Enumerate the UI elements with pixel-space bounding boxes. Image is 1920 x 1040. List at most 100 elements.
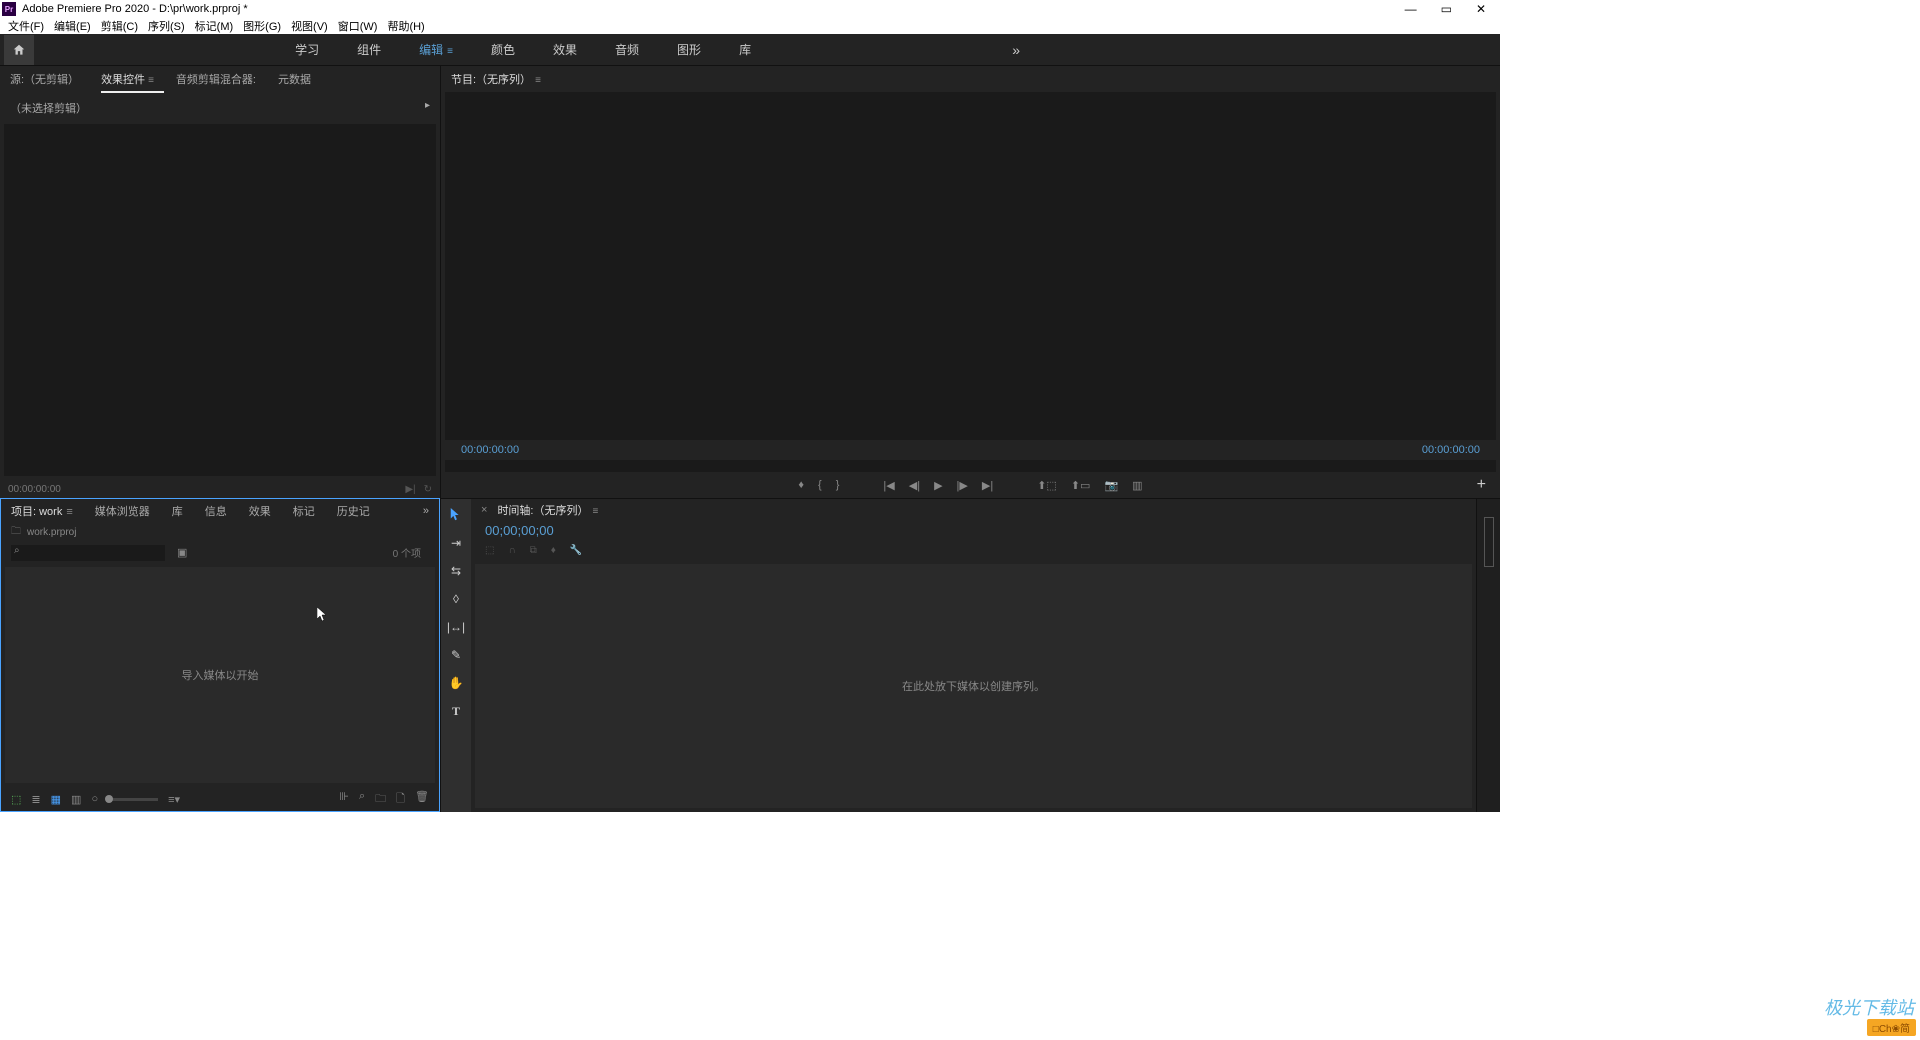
effect-controls-body [4, 124, 436, 476]
timeline-timecode[interactable]: 00;00;00;00 [471, 521, 1476, 540]
right-column: 节目:（无序列）≡ 00:00:00:00 00:00:00:00 ♦ { } … [441, 66, 1500, 812]
export-frame-icon[interactable]: 📷 [1104, 479, 1118, 492]
snap-icon[interactable]: ∩ [508, 545, 515, 556]
new-search-bin-icon[interactable]: ▣ [177, 546, 187, 559]
lift-icon[interactable]: ⬆⬚ [1037, 479, 1057, 492]
tab-libraries[interactable]: 库 [172, 503, 183, 519]
timeline-body[interactable]: 在此处放下媒体以创建序列。 [475, 564, 1472, 808]
menu-file[interactable]: 文件(F) [8, 18, 44, 34]
list-view-icon[interactable]: ≣ [31, 793, 40, 806]
timeline-option-row: ⬚ ∩ ⧉ ♦ 🔧 [471, 540, 1476, 560]
tab-audio-clip-mixer[interactable]: 音频剪辑混合器: [176, 71, 256, 87]
extract-icon[interactable]: ⬆▭ [1071, 479, 1091, 492]
workspace-audio[interactable]: 音频 [613, 37, 641, 62]
workspace-effects[interactable]: 效果 [551, 37, 579, 62]
home-button[interactable] [4, 35, 34, 65]
tab-history[interactable]: 历史记 [337, 503, 370, 519]
workspace-editing[interactable]: 编辑 [417, 37, 455, 62]
tab-markers[interactable]: 标记 [293, 503, 315, 519]
menu-graphics[interactable]: 图形(G) [243, 18, 281, 34]
audio-meter[interactable] [1484, 517, 1494, 567]
close-button[interactable]: ✕ [1476, 2, 1486, 16]
step-forward-icon[interactable]: |▶ [957, 479, 968, 492]
button-editor-icon[interactable]: + [1477, 476, 1486, 494]
project-body[interactable]: 导入媒体以开始 [5, 567, 435, 783]
loop-icon[interactable]: ↻ [424, 484, 432, 495]
menu-help[interactable]: 帮助(H) [387, 18, 424, 34]
new-item-icon[interactable]: 🗋 [396, 790, 405, 809]
source-panel: 源:（无剪辑） 效果控件≡ 音频剪辑混合器: 元数据 （未选择剪辑） ▸ 00:… [0, 66, 440, 498]
mark-in-icon[interactable]: { [818, 479, 822, 491]
comparison-view-icon[interactable]: ▥ [1132, 479, 1142, 492]
slip-tool[interactable]: |↔| [445, 617, 467, 637]
workspace-libraries[interactable]: 库 [737, 37, 753, 62]
add-marker-timeline-icon[interactable]: ♦ [551, 545, 556, 556]
menu-clip[interactable]: 剪辑(C) [101, 18, 138, 34]
bin-icon: 🗀 [11, 524, 21, 541]
new-bin-icon[interactable]: 🗀 [375, 790, 386, 809]
tab-media-browser[interactable]: 媒体浏览器 [95, 503, 150, 519]
tab-metadata[interactable]: 元数据 [278, 71, 311, 87]
timeline-tab-close[interactable]: × [481, 504, 487, 516]
play-icon[interactable]: ▶ [934, 479, 942, 492]
timeline-settings-icon[interactable]: 🔧 [570, 545, 582, 556]
razor-tool[interactable]: ◊ [445, 589, 467, 609]
go-to-out-icon[interactable]: ▶| [982, 479, 993, 492]
tab-effects[interactable]: 效果 [249, 503, 271, 519]
program-panel-tabs: 节目:（无序列）≡ [441, 66, 1500, 92]
project-search-input[interactable] [11, 545, 165, 561]
project-item-count: 0 个项 [393, 545, 421, 560]
menu-sequence[interactable]: 序列(S) [148, 18, 185, 34]
step-back-icon[interactable]: ◀| [909, 479, 920, 492]
play-only-icon[interactable]: ▶| [405, 484, 415, 495]
hand-tool[interactable]: ✋ [445, 673, 467, 693]
program-scrub-bar[interactable] [445, 460, 1496, 472]
freeform-view-icon[interactable]: ▥ [71, 793, 81, 806]
program-view [445, 92, 1496, 440]
insert-overwrite-icon[interactable]: ⬚ [485, 545, 494, 556]
chevron-right-icon[interactable]: ▸ [425, 100, 430, 116]
menu-view[interactable]: 视图(V) [291, 18, 328, 34]
pen-tool[interactable]: ✎ [445, 645, 467, 665]
tab-timeline[interactable]: 时间轴:（无序列）≡ [497, 502, 598, 518]
track-select-tool[interactable]: ⇥ [445, 533, 467, 553]
zoom-slider-knob[interactable]: ○ [91, 793, 98, 805]
type-tool[interactable]: T [445, 701, 467, 721]
project-tabs-overflow[interactable]: » [423, 505, 429, 517]
workspace-overflow[interactable]: » [1012, 42, 1020, 58]
automate-to-sequence-icon[interactable]: ⊪ [339, 790, 349, 809]
workspace-assembly[interactable]: 组件 [355, 37, 383, 62]
go-to-in-icon[interactable]: |◀ [883, 479, 894, 492]
sort-icon[interactable]: ≡▾ [168, 793, 180, 806]
ime-badge[interactable]: □Ch❀简 [1867, 1019, 1916, 1036]
selection-tool[interactable] [445, 505, 467, 525]
tab-program[interactable]: 节目:（无序列）≡ [451, 71, 541, 87]
linked-selection-icon[interactable]: ⧉ [530, 545, 537, 556]
program-timecode-right: 00:00:00:00 [1422, 444, 1480, 456]
project-writable-icon[interactable]: ⬚ [11, 793, 21, 806]
menu-markers[interactable]: 标记(M) [195, 18, 234, 34]
program-timecode-left[interactable]: 00:00:00:00 [461, 444, 519, 456]
add-marker-icon[interactable]: ♦ [798, 479, 804, 491]
workspace-color[interactable]: 颜色 [489, 37, 517, 62]
workspace-learn[interactable]: 学习 [293, 37, 321, 62]
menu-window[interactable]: 窗口(W) [338, 18, 378, 34]
tab-project[interactable]: 项目: work≡ [11, 503, 73, 519]
tab-effect-controls[interactable]: 效果控件≡ [101, 71, 154, 87]
title-bar: Pr Adobe Premiere Pro 2020 - D:\pr\work.… [0, 0, 1500, 18]
find-icon[interactable]: ⌕ [359, 790, 365, 809]
mark-out-icon[interactable]: } [836, 479, 840, 491]
menu-edit[interactable]: 编辑(E) [54, 18, 91, 34]
project-footer: ⬚ ≣ ▦ ▥ ○ ≡▾ ⊪ ⌕ 🗀 🗋 🗑 [1, 787, 439, 811]
maximize-button[interactable]: ▭ [1441, 2, 1452, 16]
workspace-graphics[interactable]: 图形 [675, 37, 703, 62]
menu-bar: 文件(F) 编辑(E) 剪辑(C) 序列(S) 标记(M) 图形(G) 视图(V… [0, 18, 1500, 34]
tab-info[interactable]: 信息 [205, 503, 227, 519]
clear-icon[interactable]: 🗑 [415, 790, 429, 809]
zoom-slider[interactable] [108, 798, 158, 801]
minimize-button[interactable]: — [1405, 2, 1417, 16]
window-title: Adobe Premiere Pro 2020 - D:\pr\work.prp… [22, 3, 248, 15]
ripple-edit-tool[interactable]: ⇆ [445, 561, 467, 581]
tab-source[interactable]: 源:（无剪辑） [10, 71, 79, 87]
icon-view-icon[interactable]: ▦ [51, 793, 61, 806]
